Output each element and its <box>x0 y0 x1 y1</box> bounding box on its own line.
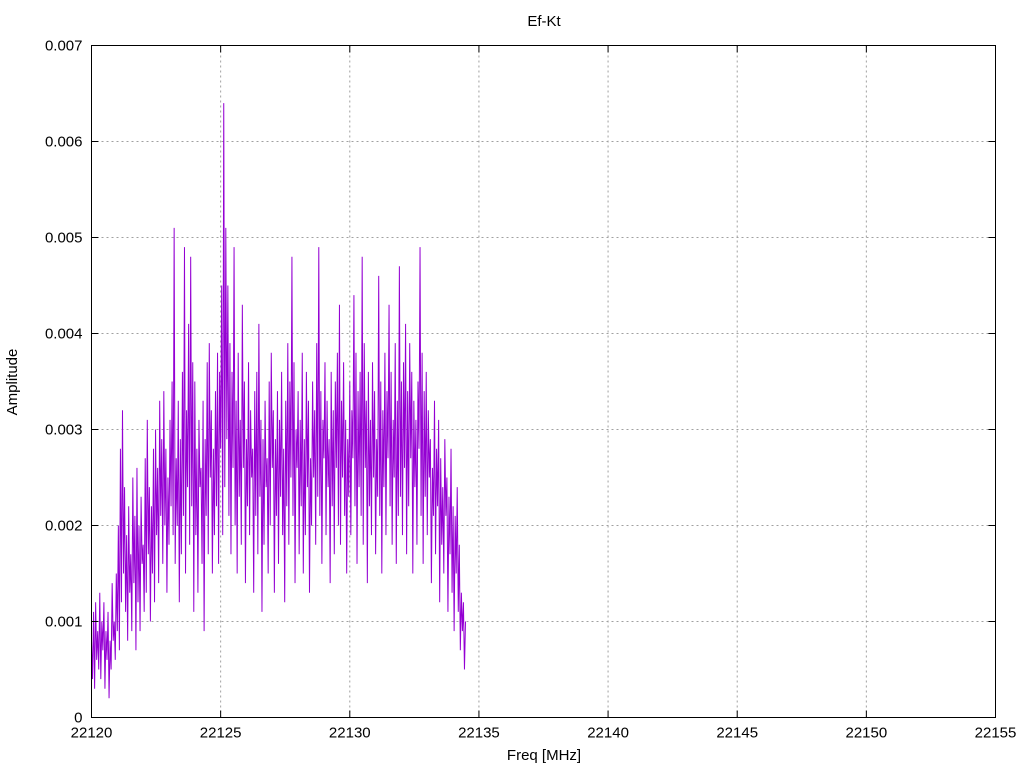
x-tick-label: 22140 <box>587 725 629 742</box>
y-tick-label: 0.001 <box>45 614 83 631</box>
y-tick-label: 0.006 <box>45 134 83 151</box>
x-tick-label: 22145 <box>716 725 758 742</box>
y-tick-label: 0.004 <box>45 326 83 343</box>
y-tick-label: 0.007 <box>45 38 83 55</box>
chart: 22120 22125 22130 22135 22140 22145 22150 22155… <box>4 13 1017 764</box>
x-tick-label: 22130 <box>329 725 371 742</box>
y-axis-title: Amplitude <box>4 349 21 416</box>
x-tick-label: 22120 <box>71 725 113 742</box>
x-tick-label: 22135 <box>458 725 500 742</box>
y-tick-label: 0.003 <box>45 422 83 439</box>
y-tick-label: 0 <box>74 710 82 727</box>
x-tick-label: 22155 <box>975 725 1017 742</box>
y-tick-label: 0.002 <box>45 518 83 535</box>
x-axis-title: Freq [MHz] <box>507 747 581 764</box>
series-line <box>91 103 466 699</box>
series-layer <box>91 103 466 699</box>
chart-title: Ef-Kt <box>527 13 561 30</box>
y-tick-label: 0.005 <box>45 230 83 247</box>
x-tick-label: 22150 <box>845 725 887 742</box>
x-tick-label: 22125 <box>200 725 242 742</box>
